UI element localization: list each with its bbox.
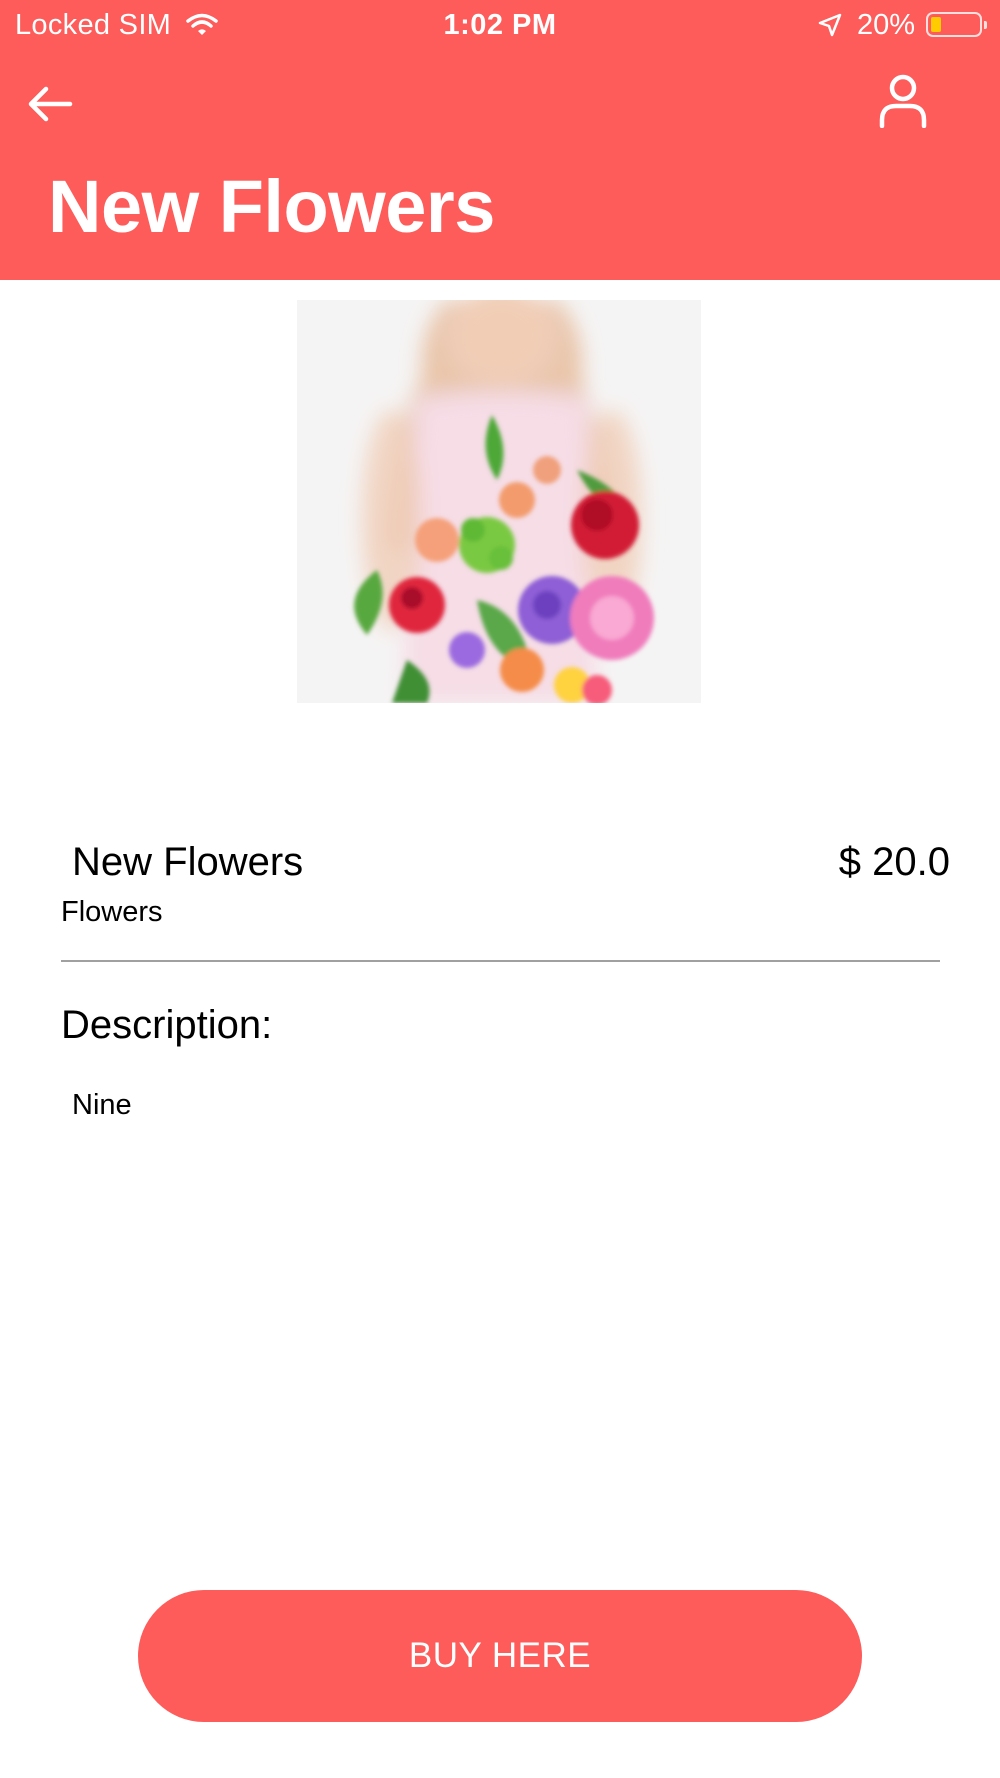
battery-percent: 20% (857, 9, 916, 41)
battery-icon (926, 12, 987, 37)
divider (61, 960, 940, 962)
back-button[interactable] (22, 78, 78, 134)
profile-button[interactable] (872, 72, 934, 134)
location-arrow-icon (818, 12, 842, 45)
page-title: New Flowers (48, 165, 495, 248)
product-price: $ 20.0 (838, 840, 950, 884)
clock: 1:02 PM (443, 9, 557, 41)
battery-level (931, 17, 941, 32)
description-text: Nine (72, 1089, 132, 1121)
app-header: Locked SIM 1:02 PM 20% New Flowers (0, 0, 1000, 280)
product-image (297, 300, 701, 703)
back-arrow-icon (26, 84, 74, 129)
product-name: New Flowers (72, 840, 304, 884)
status-bar: Locked SIM 1:02 PM 20% (0, 0, 1000, 52)
product-category: Flowers (61, 896, 163, 928)
buy-button[interactable]: BUY HERE (138, 1590, 862, 1722)
user-profile-icon (878, 74, 928, 133)
description-heading: Description: (61, 1003, 273, 1047)
